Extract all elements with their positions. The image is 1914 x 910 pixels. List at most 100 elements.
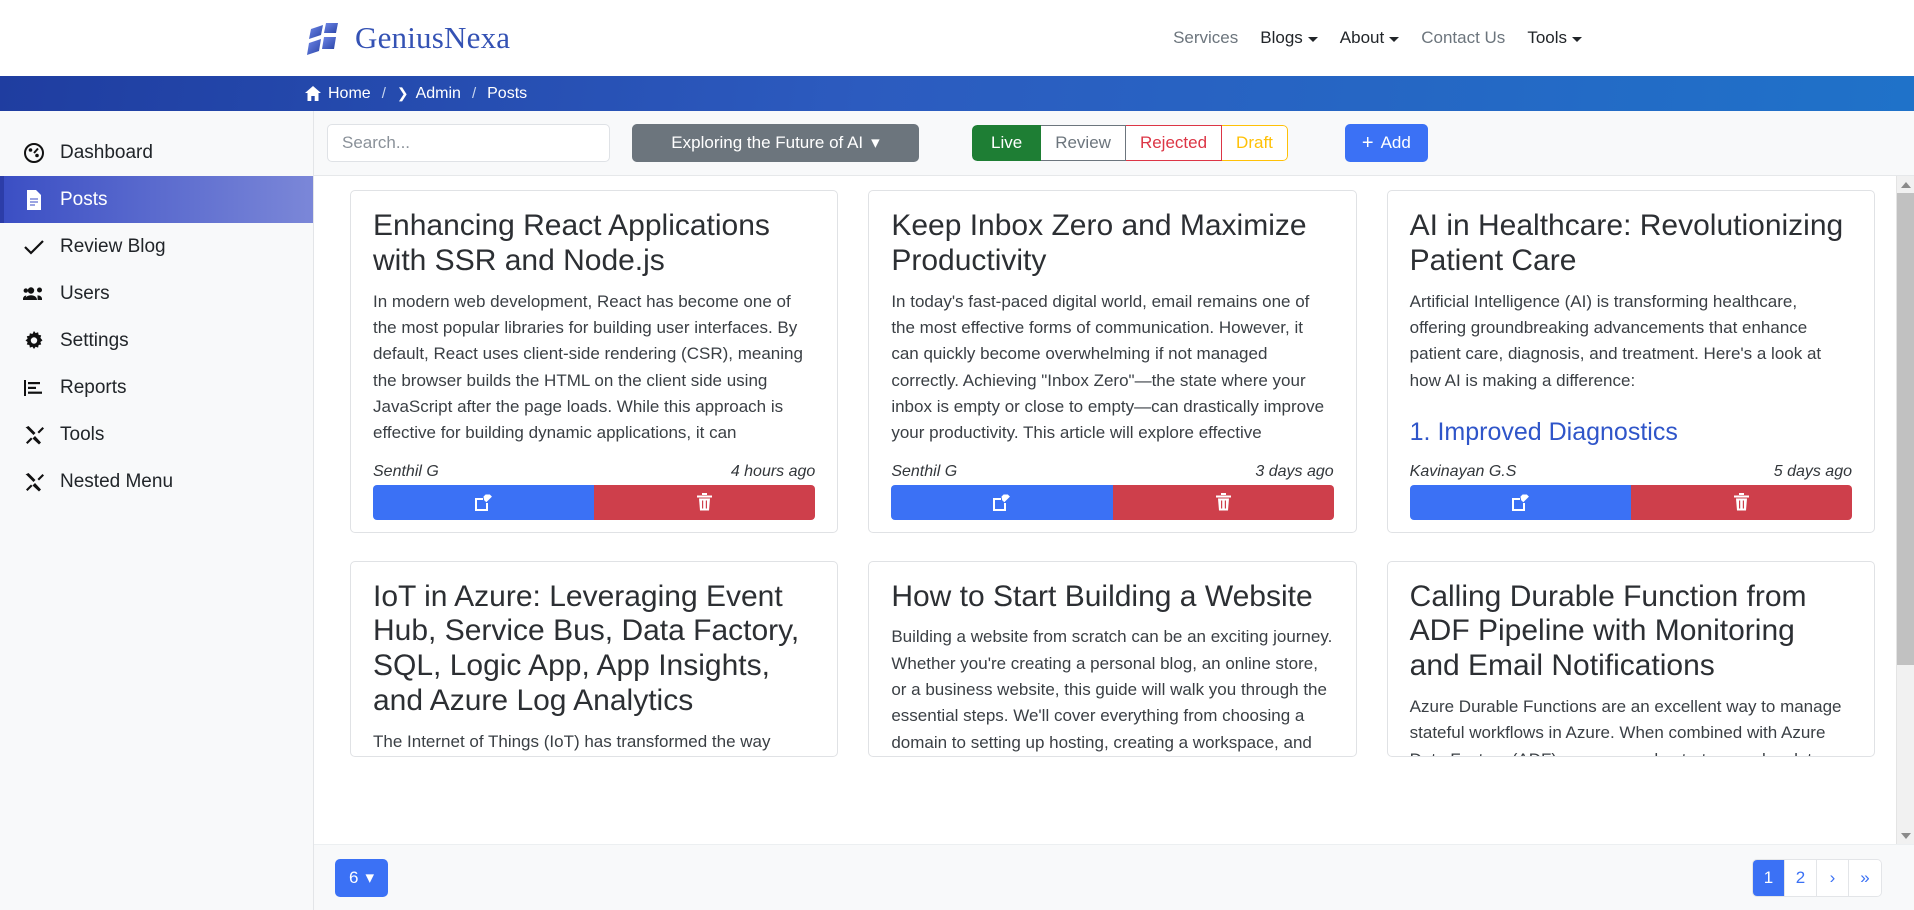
- post-card[interactable]: How to Start Building a Website Building…: [868, 560, 1357, 757]
- edit-pencil-icon: [474, 493, 493, 512]
- add-button-label: Add: [1380, 133, 1411, 152]
- add-button[interactable]: + Add: [1344, 124, 1428, 162]
- edit-button[interactable]: [891, 484, 1113, 520]
- next-page-button[interactable]: ›: [1817, 859, 1849, 896]
- edit-button[interactable]: [373, 484, 595, 520]
- sidebar-item-review-blog[interactable]: Review Blog: [0, 223, 313, 270]
- sidebar-item-settings[interactable]: Settings: [0, 317, 313, 364]
- sidebar-item-label: Users: [60, 282, 110, 304]
- nav-item-contact-us[interactable]: Contact Us: [1421, 28, 1505, 48]
- sidebar-item-label: Tools: [60, 423, 105, 445]
- post-card[interactable]: Keep Inbox Zero and Maximize Productivit…: [868, 190, 1357, 533]
- sidebar-item-reports[interactable]: Reports: [0, 364, 313, 411]
- sidebar-item-posts[interactable]: Posts: [0, 176, 313, 223]
- trash-icon: [1733, 493, 1749, 511]
- post-title: AI in Healthcare: Revolutionizing Patien…: [1409, 209, 1844, 277]
- delete-button[interactable]: [1112, 484, 1334, 520]
- chevron-right-icon: ❯: [396, 85, 409, 101]
- post-timestamp: 3 days ago: [1255, 462, 1334, 480]
- scrollbar-thumb[interactable]: [1897, 193, 1914, 665]
- page-size-dropdown[interactable]: 6 ▾: [335, 858, 389, 897]
- users-icon: [22, 286, 46, 302]
- sidebar-item-tools[interactable]: Tools: [0, 411, 313, 458]
- sidebar-item-label: Reports: [60, 376, 127, 398]
- edit-button[interactable]: [1409, 484, 1631, 520]
- post-author: Senthil G: [373, 462, 439, 480]
- plus-icon: +: [1361, 132, 1374, 154]
- filter-live[interactable]: Live: [972, 125, 1042, 161]
- vertical-scrollbar[interactable]: [1896, 176, 1914, 844]
- post-card[interactable]: AI in Healthcare: Revolutionizing Patien…: [1386, 190, 1875, 533]
- nav-item-blogs[interactable]: Blogs: [1260, 28, 1318, 48]
- page-1-button[interactable]: 1: [1753, 859, 1785, 896]
- breadcrumb-separator: /: [471, 85, 477, 102]
- brand-logo[interactable]: GeniusNexa: [307, 19, 510, 57]
- pagination: 1 2 › »: [1752, 858, 1882, 897]
- document-icon: [22, 189, 46, 210]
- nav-label: Contact Us: [1421, 28, 1506, 47]
- chevron-down-icon: [1572, 36, 1582, 42]
- gear-icon: [22, 330, 46, 351]
- sidebar-item-dashboard[interactable]: Dashboard: [0, 129, 313, 176]
- post-actions: [1409, 484, 1852, 520]
- post-title: Keep Inbox Zero and Maximize Productivit…: [891, 209, 1307, 277]
- sidebar-item-label: Nested Menu: [60, 470, 174, 492]
- sidebar-item-label: Posts: [60, 188, 108, 210]
- tools-icon: [22, 425, 46, 445]
- nav-item-tools[interactable]: Tools: [1527, 28, 1582, 48]
- nav-item-about[interactable]: About: [1339, 28, 1400, 48]
- nav-label: About: [1339, 28, 1385, 47]
- filter-draft[interactable]: Draft: [1222, 125, 1288, 161]
- post-timestamp: 5 days ago: [1773, 462, 1852, 480]
- dashboard-icon: [22, 142, 46, 163]
- post-author: Kavinayan G.S: [1409, 462, 1517, 480]
- nav-label: Tools: [1527, 28, 1567, 47]
- post-timestamp: 4 hours ago: [730, 462, 816, 480]
- sidebar-item-label: Settings: [60, 329, 129, 351]
- tools-icon: [22, 472, 46, 492]
- sidebar-item-label: Dashboard: [60, 141, 153, 163]
- nav-item-services[interactable]: Services: [1173, 28, 1238, 48]
- trash-icon: [1215, 493, 1231, 511]
- page-size-value: 6: [349, 867, 359, 887]
- breadcrumb-item-admin[interactable]: ❯ Admin: [397, 85, 461, 103]
- sidebar-item-nested-menu[interactable]: Nested Menu: [0, 458, 313, 505]
- search-input[interactable]: [327, 124, 610, 162]
- post-title: IoT in Azure: Leveraging Event Hub, Serv…: [373, 579, 800, 718]
- post-title: How to Start Building a Website: [891, 579, 1313, 613]
- post-meta: Kavinayan G.S 5 days ago: [1410, 463, 1852, 481]
- post-card[interactable]: Enhancing React Applications with SSR an…: [350, 190, 839, 533]
- filter-rejected[interactable]: Rejected: [1125, 125, 1223, 161]
- content-footer: 6 ▾ 1 2 › »: [314, 844, 1914, 910]
- chevron-down-icon: [1307, 36, 1318, 42]
- breadcrumb-separator: /: [381, 85, 386, 102]
- top-header: GeniusNexa Services Blogs About Contact …: [0, 0, 1914, 76]
- post-actions: [891, 484, 1334, 520]
- scroll-down-arrow-icon[interactable]: [1897, 827, 1914, 844]
- posts-grid: Enhancing React Applications with SSR an…: [350, 190, 1875, 757]
- page-2-button[interactable]: 2: [1785, 859, 1817, 896]
- post-excerpt: In modern web development, React has bec…: [373, 291, 803, 443]
- delete-button[interactable]: [594, 484, 816, 520]
- post-card[interactable]: Calling Durable Function from ADF Pipeli…: [1386, 560, 1875, 757]
- status-filter-group: Live Review Rejected Draft: [972, 125, 1288, 161]
- post-card[interactable]: IoT in Azure: Leveraging Event Hub, Serv…: [350, 560, 839, 757]
- delete-button[interactable]: [1630, 484, 1852, 520]
- post-meta: Senthil G 4 hours ago: [373, 463, 815, 481]
- sidebar-item-users[interactable]: Users: [0, 270, 313, 317]
- chevron-down-icon: ▾: [871, 133, 880, 152]
- category-dropdown[interactable]: Exploring the Future of AI ▾: [632, 124, 919, 162]
- scroll-up-arrow-icon[interactable]: [1897, 176, 1914, 193]
- breadcrumb-item-home[interactable]: Home: [305, 85, 371, 103]
- sidebar-item-label: Review Blog: [60, 235, 166, 257]
- report-chart-icon: [22, 379, 46, 397]
- edit-pencil-icon: [1511, 493, 1530, 512]
- filter-review[interactable]: Review: [1041, 125, 1126, 161]
- chevron-down-icon: ▾: [365, 867, 375, 887]
- posts-card-area: Enhancing React Applications with SSR an…: [314, 175, 1914, 844]
- last-page-button[interactable]: »: [1849, 859, 1881, 896]
- post-title: Enhancing React Applications with SSR an…: [373, 209, 770, 277]
- brand-name: GeniusNexa: [355, 20, 511, 55]
- breadcrumb-label: Posts: [487, 84, 528, 102]
- edit-pencil-icon: [992, 493, 1011, 512]
